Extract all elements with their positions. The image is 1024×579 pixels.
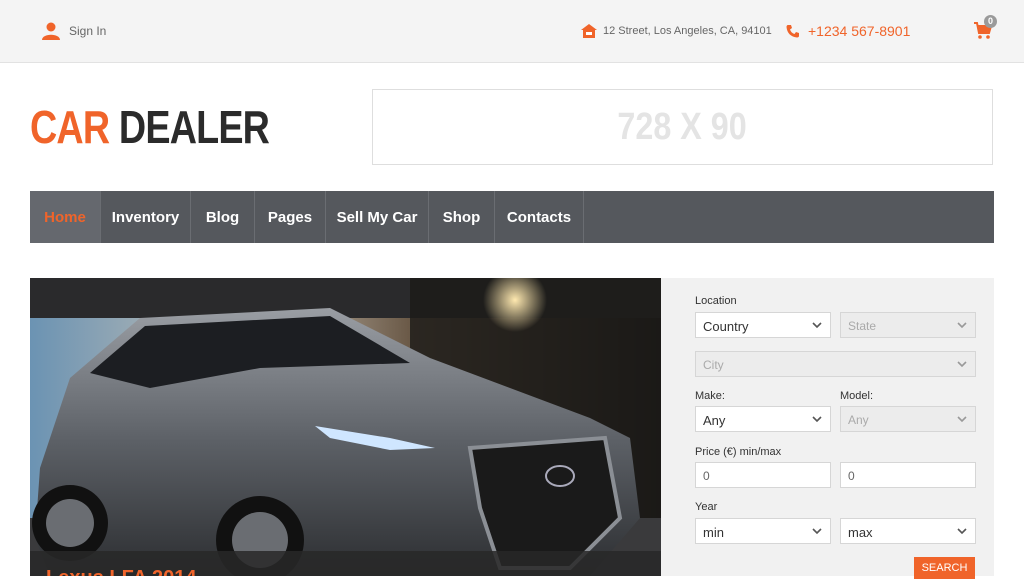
- nav-item-blog[interactable]: Blog: [191, 191, 255, 243]
- phone-icon: [786, 25, 799, 38]
- chevron-down-icon: [812, 322, 822, 329]
- price-max-input[interactable]: 0: [840, 462, 976, 488]
- chevron-down-icon: [812, 416, 822, 423]
- nav-label: Shop: [442, 208, 481, 226]
- nav-item-pages[interactable]: Pages: [255, 191, 326, 243]
- address-text: 12 Street, Los Angeles, CA, 94101: [603, 25, 772, 37]
- hero-caption-text[interactable]: Lexus LFA 2014: [46, 567, 196, 576]
- phone[interactable]: +1234 567-8901: [786, 23, 910, 39]
- home-icon: [581, 24, 597, 38]
- main-navigation: Home Inventory Blog Pages Sell My Car Sh…: [30, 191, 994, 243]
- state-select[interactable]: State: [840, 312, 976, 338]
- year-min-select[interactable]: min: [695, 518, 831, 544]
- nav-label: Home: [44, 208, 86, 226]
- hero-caption-bar: Lexus LFA 2014: [30, 551, 661, 576]
- price-max-value: 0: [848, 469, 855, 483]
- nav-label: Contacts: [506, 208, 572, 226]
- brand-logo[interactable]: CAR DEALER: [30, 100, 270, 154]
- year-min-value: min: [703, 525, 724, 540]
- brand-part1: CAR: [30, 101, 110, 153]
- nav-label: Sell My Car: [336, 208, 418, 226]
- nav-item-home[interactable]: Home: [30, 191, 101, 243]
- price-min-input[interactable]: 0: [695, 462, 831, 488]
- location-label: Location: [695, 295, 737, 307]
- price-min-value: 0: [703, 469, 710, 483]
- city-select[interactable]: City: [695, 351, 976, 377]
- nav-label: Pages: [267, 208, 313, 226]
- country-value: Country: [703, 319, 749, 334]
- ad-banner-placeholder: 728 X 90: [372, 89, 993, 165]
- nav-label: Inventory: [111, 208, 180, 226]
- nav-item-inventory[interactable]: Inventory: [101, 191, 191, 243]
- car-photo: [30, 278, 661, 576]
- model-value: Any: [848, 413, 869, 427]
- country-select[interactable]: Country: [695, 312, 831, 338]
- model-select[interactable]: Any: [840, 406, 976, 432]
- model-label: Model:: [840, 390, 874, 402]
- ad-size-label: 728 X 90: [617, 105, 748, 148]
- sign-in-link[interactable]: Sign In: [41, 22, 106, 40]
- nav-item-sell-my-car[interactable]: Sell My Car: [326, 191, 429, 243]
- make-value: Any: [703, 413, 726, 428]
- make-select[interactable]: Any: [695, 406, 831, 432]
- cart-count-badge: 0: [984, 15, 997, 28]
- city-value: City: [703, 358, 724, 372]
- nav-item-shop[interactable]: Shop: [429, 191, 495, 243]
- state-value: State: [848, 319, 877, 333]
- phone-number: +1234 567-8901: [808, 23, 911, 39]
- year-max-value: max: [848, 525, 873, 540]
- top-bar: Sign In 12 Street, Los Angeles, CA, 9410…: [0, 0, 1024, 63]
- nav-label: Blog: [205, 208, 240, 226]
- hero-slider[interactable]: Lexus LFA 2014: [30, 278, 661, 576]
- chevron-down-icon: [957, 416, 967, 423]
- address: 12 Street, Los Angeles, CA, 94101: [581, 24, 772, 38]
- make-label: Make:: [695, 390, 725, 402]
- chevron-down-icon: [957, 528, 967, 535]
- user-icon: [42, 22, 60, 40]
- chevron-down-icon: [812, 528, 822, 535]
- price-label: Price (€) min/max: [695, 446, 782, 458]
- cart-button[interactable]: 0: [974, 15, 997, 40]
- chevron-down-icon: [957, 322, 967, 329]
- sign-in-label: Sign In: [69, 24, 107, 38]
- year-label: Year: [695, 501, 718, 513]
- chevron-down-icon: [957, 361, 967, 368]
- year-max-select[interactable]: max: [840, 518, 976, 544]
- nav-item-contacts[interactable]: Contacts: [495, 191, 584, 243]
- brand-part2: DEALER: [118, 101, 270, 153]
